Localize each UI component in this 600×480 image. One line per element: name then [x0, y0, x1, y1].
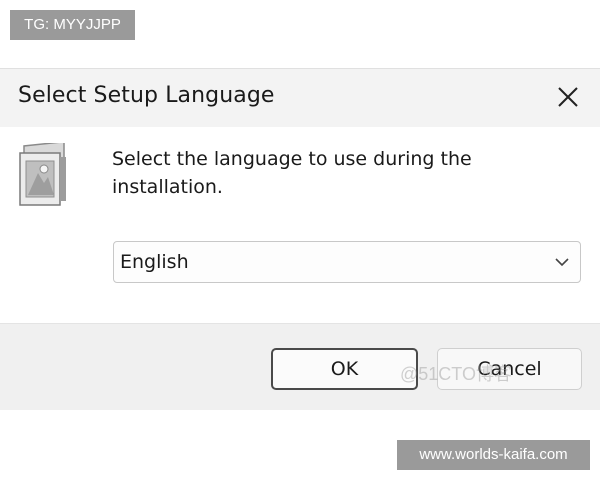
dialog-footer: OK Cancel @51CTO博客 [0, 323, 600, 410]
title-bar: Select Setup Language [0, 69, 600, 127]
page: TG: MYYJJPP Select Setup Language Select… [0, 0, 600, 480]
watermark-tag-top: TG: MYYJJPP [10, 10, 135, 40]
setup-installer-icon [19, 143, 66, 206]
prompt-text: Select the language to use during the in… [112, 148, 472, 198]
watermark-tag-bottom: www.worlds-kaifa.com [397, 440, 590, 470]
select-setup-language-dialog: Select Setup Language Select the languag… [0, 68, 600, 410]
close-button[interactable] [550, 79, 586, 115]
dialog-title: Select Setup Language [18, 83, 275, 108]
chevron-down-icon [555, 258, 569, 267]
cancel-button[interactable]: Cancel [437, 348, 582, 390]
language-select[interactable]: English [113, 241, 581, 283]
close-icon [558, 87, 578, 107]
dialog-content: Select the language to use during the in… [0, 127, 600, 323]
ok-button[interactable]: OK [271, 348, 418, 390]
language-select-value: English [120, 251, 189, 273]
